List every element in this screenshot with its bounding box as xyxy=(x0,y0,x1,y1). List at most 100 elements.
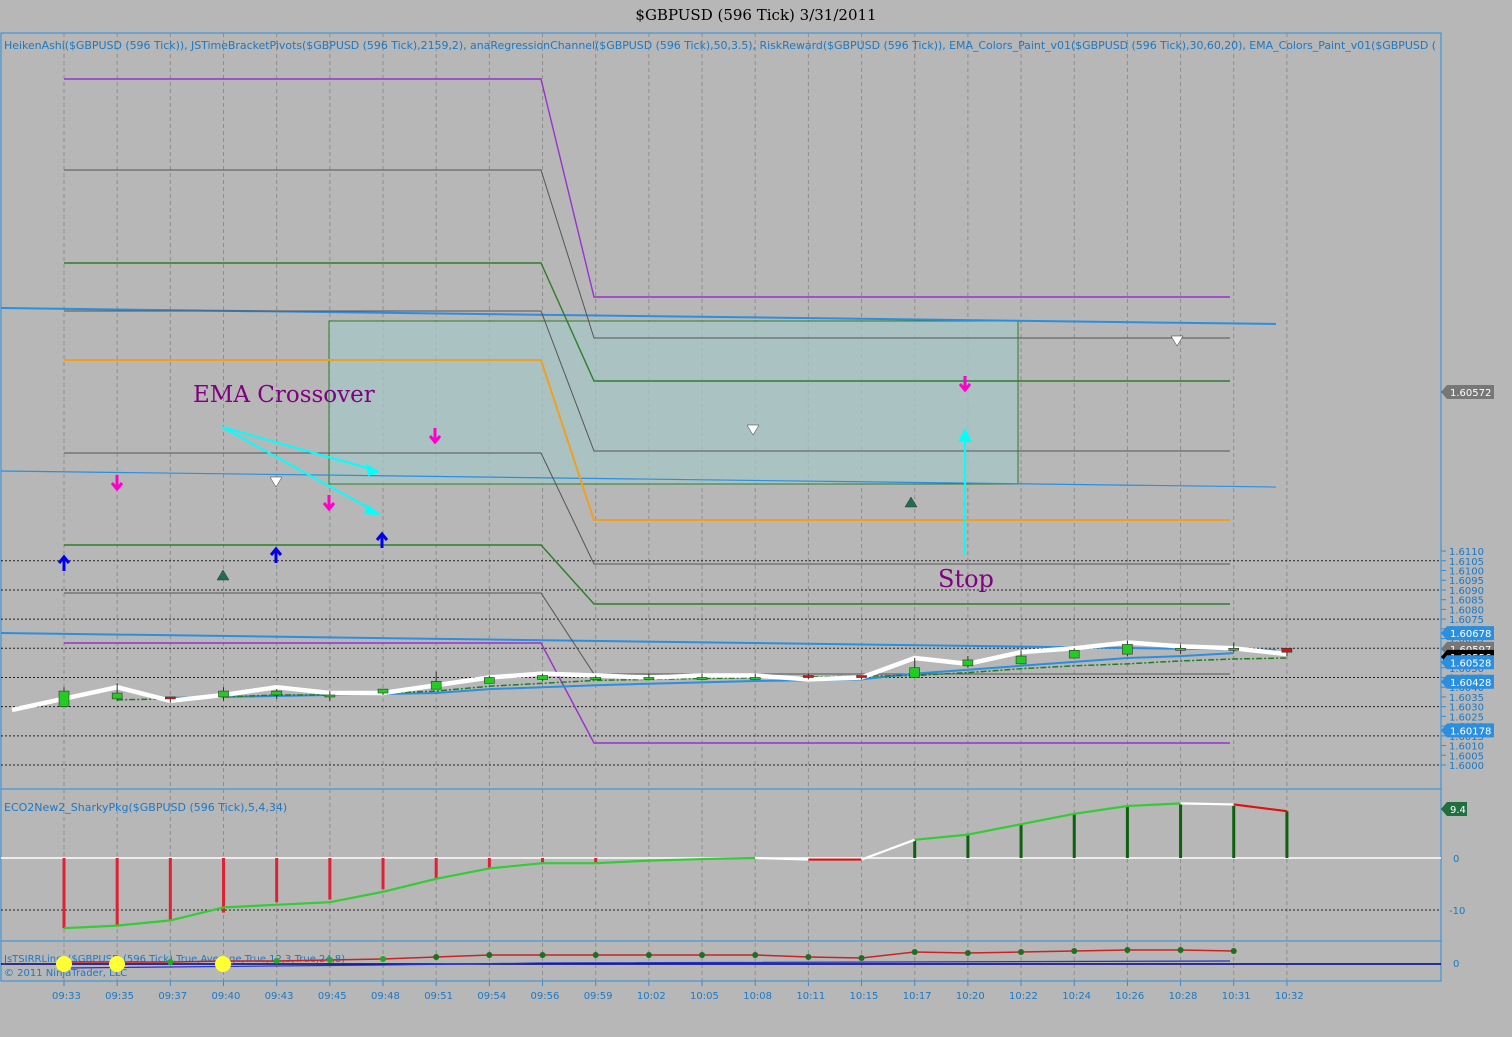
price-tag-label: 1.60178 xyxy=(1450,726,1491,737)
price-tag-label: 1.60428 xyxy=(1450,678,1491,689)
candle-body xyxy=(1281,647,1293,653)
oscillator-line xyxy=(755,856,809,861)
x-tick-label: 10:15 xyxy=(850,991,879,1002)
oscillator-tick-label: 0 xyxy=(1453,854,1459,865)
price-tick-label: 1.6025 xyxy=(1449,712,1484,723)
x-tick-label: 09:35 xyxy=(105,991,134,1002)
candle-body xyxy=(1068,649,1080,659)
tsi-dot xyxy=(1018,949,1025,955)
candle-body xyxy=(590,677,602,680)
candle-body xyxy=(856,675,867,678)
tsi-dot xyxy=(805,954,812,960)
price-tag: 1.60178 xyxy=(1441,723,1494,738)
tsi-dot xyxy=(326,957,333,963)
candle-body xyxy=(58,690,70,707)
price-tag: 1.60428 xyxy=(1441,674,1494,689)
tsi-dot xyxy=(964,950,971,956)
tsi-dot xyxy=(1124,947,1131,953)
price-tick-label: 1.6075 xyxy=(1449,615,1484,626)
price-tick-label: 1.6005 xyxy=(1449,751,1484,762)
x-tick-label: 09:33 xyxy=(52,991,81,1002)
price-tag: 1.60528 xyxy=(1441,655,1494,670)
x-tick-label: 09:51 xyxy=(424,991,453,1002)
tsi-dot xyxy=(752,952,759,958)
candle-body xyxy=(696,677,708,680)
x-tick-label: 09:37 xyxy=(158,991,187,1002)
price-tag-label: 1.60572 xyxy=(1450,388,1491,399)
candle-body xyxy=(165,696,176,700)
tsi-dot xyxy=(699,952,706,958)
tsi-dot xyxy=(1071,948,1078,954)
tsi-dot xyxy=(486,952,493,958)
oscillator-line xyxy=(1180,802,1234,806)
ema-crossover-annotation: EMA Crossover xyxy=(193,382,375,408)
price-tick-label: 1.6100 xyxy=(1449,567,1484,578)
x-tick-label: 10:11 xyxy=(796,991,825,1002)
x-tick-label: 10:20 xyxy=(956,991,985,1002)
price-tag-label: 1.60528 xyxy=(1450,658,1491,669)
x-tick-label: 10:17 xyxy=(903,991,932,1002)
x-tick-label: 09:59 xyxy=(584,991,613,1002)
candle-body xyxy=(111,692,123,700)
price-tick-label: 1.6105 xyxy=(1449,557,1484,568)
candle-body xyxy=(377,688,389,694)
tsi-dot xyxy=(1177,947,1184,953)
tsi-tick-label: 0 xyxy=(1453,959,1459,970)
x-tick-label: 10:08 xyxy=(743,991,772,1002)
tsi-highlight-dot xyxy=(109,956,125,972)
price-tick-label: 1.6085 xyxy=(1449,596,1484,607)
candle-body xyxy=(324,694,336,698)
tsi-dot xyxy=(273,958,280,964)
x-tick-label: 10:31 xyxy=(1222,991,1251,1002)
tsi-dot xyxy=(911,949,918,955)
tsi-dot xyxy=(592,952,599,958)
price-tick-label: 1.6110 xyxy=(1449,547,1484,558)
indicators-label: HeikenAshi($GBPUSD (596 Tick)), JSTimeBr… xyxy=(4,39,1436,52)
x-tick-label: 09:45 xyxy=(318,991,347,1002)
candle-body xyxy=(537,675,548,680)
price-tick-label: 1.6000 xyxy=(1449,761,1484,772)
x-tick-label: 10:32 xyxy=(1275,991,1304,1002)
x-tick-label: 10:26 xyxy=(1115,991,1144,1002)
tsi-dot xyxy=(858,955,865,961)
price-tag: 1.60678 xyxy=(1441,626,1494,641)
tsi-dot xyxy=(380,956,387,962)
price-tag-label: 1.60678 xyxy=(1450,629,1491,640)
tsi-dot xyxy=(1230,948,1237,954)
x-tick-label: 09:40 xyxy=(212,991,241,1002)
x-tick-label: 09:48 xyxy=(371,991,400,1002)
oscillator-tick-label: -10 xyxy=(1449,906,1465,917)
tsi-dot xyxy=(539,952,546,958)
price-tick-label: 1.6095 xyxy=(1449,576,1484,587)
price-tick-label: 1.6080 xyxy=(1449,605,1484,616)
oscillator-line xyxy=(702,856,756,861)
x-tick-label: 09:54 xyxy=(477,991,506,1002)
price-tag: 1.60572 xyxy=(1441,385,1494,399)
candle-body xyxy=(1228,647,1240,651)
candle-body xyxy=(271,690,282,696)
x-tick-label: 10:24 xyxy=(1062,991,1091,1002)
candle-body xyxy=(1015,655,1027,665)
x-tick-label: 10:22 xyxy=(1009,991,1038,1002)
tsi-dot xyxy=(645,952,652,958)
candle-body xyxy=(218,690,229,698)
x-tick-label: 09:56 xyxy=(531,991,560,1002)
candle-body xyxy=(1175,647,1186,651)
tsi-label: JsTSIRRLines($GBPUSD (596 Tick),True,Ave… xyxy=(3,954,345,965)
chart-canvas[interactable]: 1.60001.60051.60101.60151.60201.60251.60… xyxy=(0,0,1512,1037)
price-tick-label: 1.6035 xyxy=(1449,693,1484,704)
candle-body xyxy=(1122,644,1133,655)
candle-body xyxy=(484,677,495,684)
candle-body xyxy=(803,675,814,678)
tsi-highlight-dot xyxy=(56,956,72,972)
oscillator-badge-label: 9.4 xyxy=(1450,805,1466,816)
tsi-highlight-dot xyxy=(215,956,231,972)
candle-body xyxy=(430,681,442,690)
tsi-dot xyxy=(167,959,174,965)
oscillator-line xyxy=(648,857,703,862)
candle-body xyxy=(643,677,655,680)
risk-reward-box xyxy=(328,320,1019,485)
x-tick-label: 10:28 xyxy=(1169,991,1198,1002)
x-tick-label: 10:02 xyxy=(637,991,666,1002)
candle-body xyxy=(749,677,761,680)
